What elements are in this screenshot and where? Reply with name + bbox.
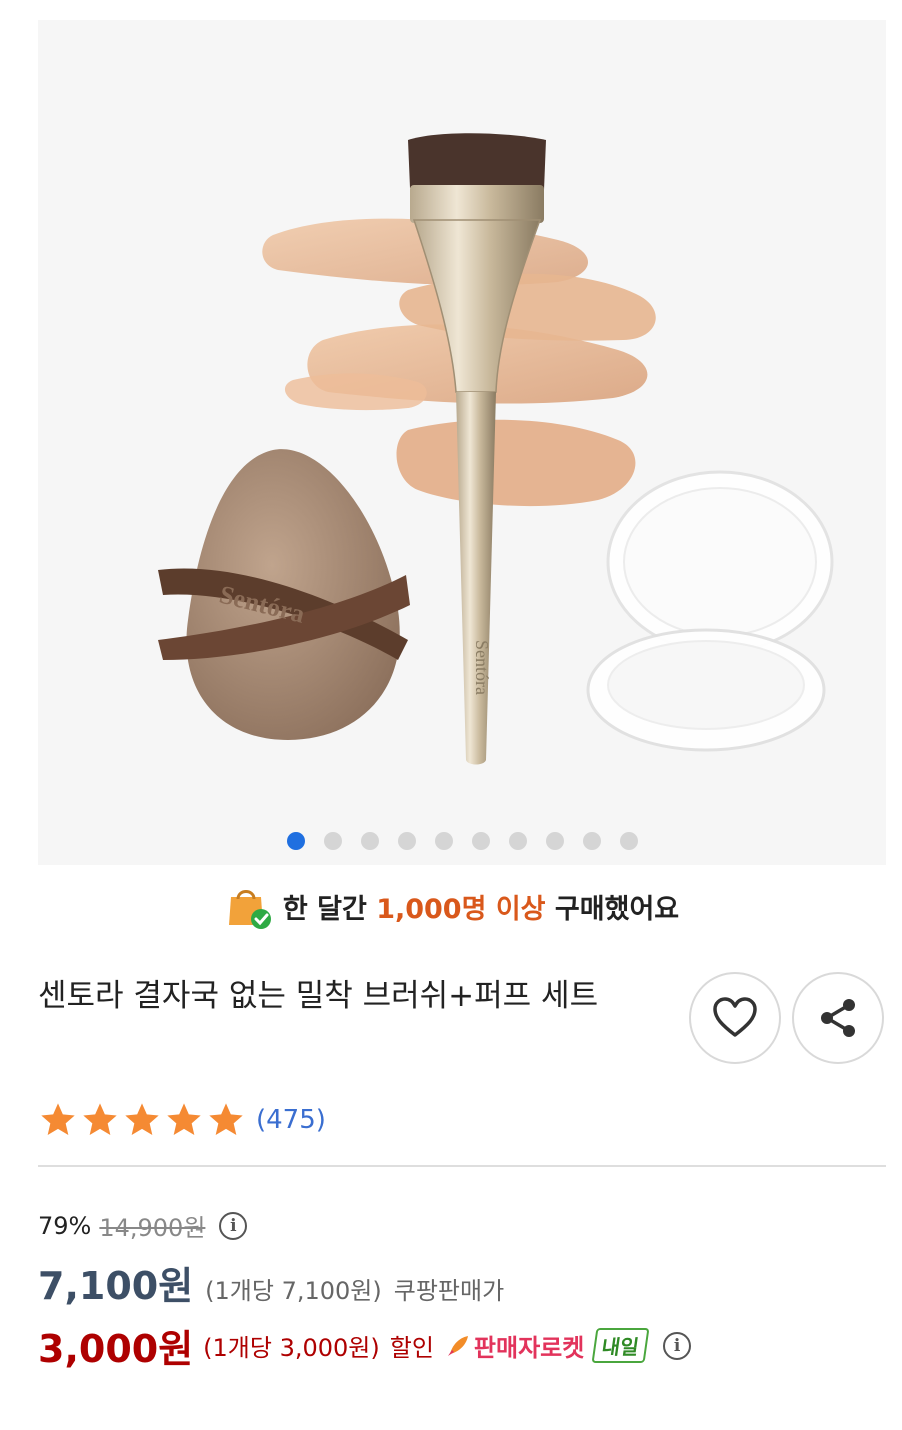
sale-price: 7,100원 [38,1264,194,1308]
star-icon [167,1103,201,1135]
rocket-label: 판매자로켓 [473,1334,585,1362]
banner-prefix: 한 달간 [282,893,367,925]
share-button[interactable] [792,972,884,1064]
star-icon [41,1103,75,1135]
purchase-count-banner: 한 달간 1,000명 이상 구매했어요 [0,880,902,932]
gallery-dot[interactable] [286,832,305,850]
gallery-dot[interactable] [397,832,416,850]
banner-suffix: 구매했어요 [554,893,680,925]
gallery-dot[interactable] [360,832,379,850]
coupon-price-row: 3,000원 (1개당 3,000원) 할인 판매자로켓 내일 i [38,1318,692,1373]
product-title: 센토라 결자국 없는 밀착 브러쉬+퍼프 세트 [38,978,599,1014]
sale-price-row: 7,100원 (1개당 7,100원) 쿠팡판매가 [38,1255,504,1310]
delivery-tomorrow-badge: 내일 [591,1328,650,1363]
banner-highlight: 1,000명 이상 [376,893,546,925]
sale-unit-price: (1개당 7,100원) [205,1277,382,1305]
gallery-dot[interactable] [323,832,342,850]
sale-price-label: 쿠팡판매가 [393,1277,505,1305]
product-rating[interactable]: (475) [38,1100,326,1140]
info-icon[interactable]: i [663,1331,692,1360]
discount-row: 79% 14,900원 i [38,1208,248,1243]
original-price: 14,900원 [99,1214,206,1242]
brush-brand-text: Sentóra [472,640,492,695]
coupon-price: 3,000원 [38,1327,194,1371]
review-count[interactable]: (475) [256,1105,326,1135]
gallery-dot[interactable] [434,832,453,850]
coupon-unit-price: (1개당 3,000원) [203,1334,380,1362]
product-image-gallery[interactable]: Sentóra Sentóra [38,20,886,865]
star-icon [125,1103,159,1135]
gallery-dot[interactable] [545,832,564,850]
shopping-bag-check-icon [223,881,273,931]
heart-icon [713,997,757,1037]
like-button[interactable] [689,972,781,1064]
rocket-icon [447,1335,468,1356]
gallery-dot[interactable] [619,832,638,850]
info-icon[interactable]: i [219,1211,248,1240]
product-image: Sentóra Sentóra [158,133,834,765]
divider [38,1165,886,1167]
rating-stars [38,1100,246,1140]
gallery-dot[interactable] [582,832,601,850]
discount-rate: 79% [38,1211,92,1240]
seller-rocket-badge: 판매자로켓 [444,1328,584,1363]
share-icon [821,999,855,1037]
coupon-label: 할인 [389,1334,434,1362]
star-icon [83,1103,117,1135]
gallery-dot[interactable] [471,832,490,850]
star-icon [209,1103,243,1135]
gallery-pagination [38,832,886,852]
gallery-dot[interactable] [508,832,527,850]
